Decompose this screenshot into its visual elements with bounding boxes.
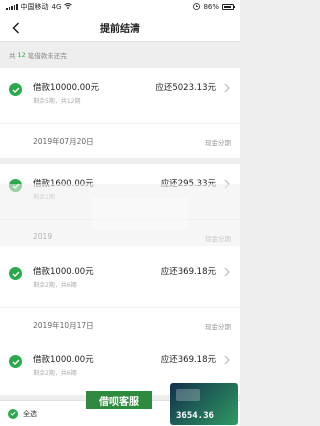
loan-periods: 剩余2期，共6期: [33, 370, 77, 377]
repay-amount: 应还369.18元: [160, 355, 216, 365]
loan-date: 2019: [33, 232, 53, 241]
status-bar: 中国移动 4G 86%: [0, 0, 240, 14]
summary-suffix: 笔借款未还完: [27, 52, 67, 60]
chevron-right-icon[interactable]: [223, 83, 231, 93]
loan-card-main[interactable]: 借款10000.00元 剩余5期，共12期 应还5023.13元: [0, 68, 240, 124]
loan-card-main[interactable]: 借款1000.00元 剩余2期，共6期 应还369.18元: [0, 252, 240, 308]
battery-percent: 86%: [203, 3, 219, 11]
loan-card[interactable]: 借款1600.00元 剩余1期 应还295.33元 2019 现金分期: [0, 164, 240, 254]
loan-date: 2019年10月17日: [33, 321, 94, 330]
loan-card-footer: 2019年07月20日 现金分期: [0, 124, 240, 158]
loan-amount: 借款10000.00元: [33, 83, 100, 93]
loan-card-main[interactable]: 借款1600.00元 剩余1期 应还295.33元: [0, 164, 240, 220]
checkbox-checked-icon[interactable]: [9, 83, 22, 96]
loan-amount: 借款1000.00元: [33, 355, 94, 365]
status-right: 86%: [193, 2, 235, 12]
repay-amount: 应还5023.13元: [155, 83, 216, 93]
carrier-name: 中国移动: [20, 3, 49, 11]
chevron-right-icon[interactable]: [223, 179, 231, 189]
loan-card-footer: 2019年10月17日 现金分期: [0, 308, 240, 342]
repay-amount: 应还369.18元: [160, 267, 216, 277]
repay-amount: 应还295.33元: [160, 179, 216, 189]
alarm-icon: [193, 2, 201, 12]
checkbox-checked-icon[interactable]: [8, 408, 18, 419]
loan-type: 现金分期: [205, 139, 231, 147]
brand-overlay: 借呗客服: [86, 391, 152, 409]
back-button[interactable]: [8, 20, 24, 36]
loan-card[interactable]: 借款10000.00元 剩余5期，共12期 应还5023.13元 2019年07…: [0, 68, 240, 158]
loan-amount: 借款1600.00元: [33, 179, 94, 189]
select-all-label: 全选: [23, 409, 37, 418]
wifi-icon: [64, 3, 73, 11]
chevron-right-icon[interactable]: [223, 267, 231, 277]
loan-periods: 剩余5期，共12期: [33, 98, 81, 105]
logo-mark: [176, 389, 200, 401]
nav-bar: 提前结清: [0, 14, 240, 42]
chevron-right-icon[interactable]: [223, 355, 231, 365]
loan-card-footer: 2019 现金分期: [0, 220, 240, 254]
loan-type: 现金分期: [205, 235, 231, 243]
select-all-toggle[interactable]: 全选: [8, 408, 37, 419]
network-type: 4G: [51, 3, 62, 11]
summary-count: 12: [17, 51, 26, 59]
checkbox-checked-icon[interactable]: [9, 179, 22, 192]
chevron-left-icon: [12, 22, 20, 34]
status-left: 中国移动 4G: [6, 2, 73, 12]
loan-amount: 借款1000.00元: [33, 267, 94, 277]
logo-number: 3654.36: [176, 411, 214, 421]
loan-card[interactable]: 借款1000.00元 剩余2期，共6期 应还369.18元 2019年10月17…: [0, 252, 240, 342]
checkbox-checked-icon[interactable]: [9, 267, 22, 280]
loan-date: 2019年07月20日: [33, 137, 94, 146]
loan-periods: 剩余2期，共6期: [33, 282, 77, 289]
signal-icon: [6, 4, 18, 10]
summary-prefix: 共: [9, 52, 16, 60]
loan-summary: 共 12 笔借款未还完: [0, 42, 240, 68]
loan-periods: 剩余1期: [33, 194, 55, 201]
loan-type: 现金分期: [205, 323, 231, 331]
checkbox-checked-icon[interactable]: [9, 355, 22, 368]
page-title: 提前结清: [100, 24, 140, 35]
battery-icon: [222, 4, 235, 10]
logo-badge: 3654.36: [170, 383, 238, 425]
